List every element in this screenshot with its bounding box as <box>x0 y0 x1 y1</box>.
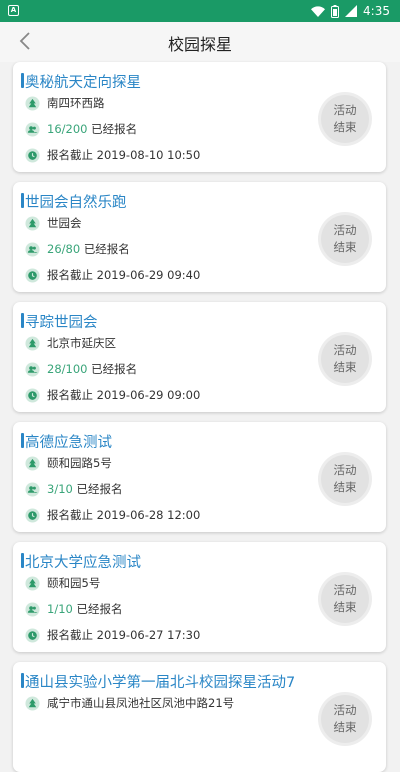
signup-count: 28/100 <box>47 362 88 376</box>
signup-count: 3/10 <box>47 482 73 496</box>
clock-icon <box>25 148 40 163</box>
header: 校园探星 <box>0 22 400 62</box>
location-text: 世园会 <box>47 216 82 230</box>
location-text: 北京市延庆区 <box>47 336 116 350</box>
signup-row: 3/10 已经报名 <box>25 481 122 497</box>
activity-ended-badge: 活动 结束 <box>321 335 369 383</box>
location-row: 世园会 <box>25 215 82 231</box>
location-icon <box>25 456 40 471</box>
location-icon <box>25 576 40 591</box>
signup-count: 16/200 <box>47 122 88 136</box>
signup-row: 26/80 已经报名 <box>25 241 130 257</box>
badge-line1: 活动 <box>333 463 357 477</box>
location-row: 北京市延庆区 <box>25 335 116 351</box>
signup-row: 28/100 已经报名 <box>25 361 137 377</box>
clock-icon <box>25 628 40 643</box>
badge-line2: 结束 <box>333 240 357 254</box>
location-icon <box>25 336 40 351</box>
people-icon <box>25 602 40 617</box>
location-text: 颐和园5号 <box>47 576 101 590</box>
activity-card[interactable]: 高德应急测试 颐和园路5号 3/10 已经报名 报名截止 2019-06-28 … <box>13 422 386 532</box>
location-icon <box>25 696 40 711</box>
badge-line2: 结束 <box>333 480 357 494</box>
location-row: 颐和园路5号 <box>25 455 112 471</box>
clock-icon <box>25 388 40 403</box>
activity-ended-badge: 活动 结束 <box>321 695 369 743</box>
signup-count: 26/80 <box>47 242 81 256</box>
badge-line1: 活动 <box>333 223 357 237</box>
people-icon <box>25 122 40 137</box>
signup-count: 1/10 <box>47 602 73 616</box>
signup-row: 1/10 已经报名 <box>25 601 122 617</box>
activity-card[interactable]: 奥秘航天定向探星 南四环西路 16/200 已经报名 报名截止 2019-08-… <box>13 62 386 172</box>
activity-title: 寻踪世园会 <box>21 311 98 332</box>
signup-suffix: 已经报名 <box>83 242 130 256</box>
people-icon <box>25 362 40 377</box>
deadline-text: 报名截止 2019-06-29 09:40 <box>47 268 201 282</box>
location-row: 咸宁市通山县凤池社区凤池中路21号 <box>25 695 234 711</box>
deadline-row: 报名截止 2019-08-10 10:50 <box>25 147 200 163</box>
clock-icon <box>25 268 40 283</box>
signal-icon <box>345 5 358 17</box>
status-time: 4:35 <box>363 4 390 18</box>
badge-line1: 活动 <box>333 583 357 597</box>
activity-ended-badge: 活动 结束 <box>321 455 369 503</box>
signup-suffix: 已经报名 <box>76 602 123 616</box>
page-title: 校园探星 <box>167 35 232 54</box>
activity-title: 北京大学应急测试 <box>21 551 141 572</box>
location-text: 南四环西路 <box>47 96 105 110</box>
deadline-row: 报名截止 2019-06-29 09:40 <box>25 267 200 283</box>
activity-card[interactable]: 世园会自然乐跑 世园会 26/80 已经报名 报名截止 2019-06-29 0… <box>13 182 386 292</box>
badge-line1: 活动 <box>333 343 357 357</box>
badge-line2: 结束 <box>333 600 357 614</box>
location-icon <box>25 96 40 111</box>
location-text: 颐和园路5号 <box>47 456 112 470</box>
deadline-text: 报名截止 2019-08-10 10:50 <box>47 148 201 162</box>
activity-ended-badge: 活动 结束 <box>321 215 369 263</box>
location-row: 南四环西路 <box>25 95 105 111</box>
activity-card[interactable]: 通山县实验小学第一届北斗校园探星活动7 咸宁市通山县凤池社区凤池中路21号 活动… <box>13 662 386 772</box>
clock-icon <box>25 508 40 523</box>
deadline-text: 报名截止 2019-06-28 12:00 <box>47 508 201 522</box>
battery-icon <box>331 4 340 18</box>
activity-title: 奥秘航天定向探星 <box>21 71 141 92</box>
activity-title: 通山县实验小学第一届北斗校园探星活动7 <box>20 671 295 692</box>
status-bar: A 4:35 <box>0 0 400 22</box>
app-notification-icon: A <box>8 5 19 16</box>
location-text: 咸宁市通山县凤池社区凤池中路21号 <box>47 696 235 710</box>
activity-card[interactable]: 寻踪世园会 北京市延庆区 28/100 已经报名 报名截止 2019-06-29… <box>13 302 386 412</box>
activity-card[interactable]: 北京大学应急测试 颐和园5号 1/10 已经报名 报名截止 2019-06-27… <box>13 542 386 652</box>
deadline-row: 报名截止 2019-06-29 09:00 <box>25 387 200 403</box>
signup-suffix: 已经报名 <box>91 122 138 136</box>
status-icons: 4:35 <box>311 0 390 22</box>
deadline-text: 报名截止 2019-06-27 17:30 <box>47 628 201 642</box>
signup-suffix: 已经报名 <box>76 482 123 496</box>
wifi-icon <box>311 5 326 17</box>
activity-ended-badge: 活动 结束 <box>321 95 369 143</box>
signup-suffix: 已经报名 <box>91 362 138 376</box>
badge-line2: 结束 <box>333 720 357 734</box>
deadline-row: 报名截止 2019-06-27 17:30 <box>25 627 200 643</box>
location-row: 颐和园5号 <box>25 575 100 591</box>
badge-line2: 结束 <box>333 360 357 374</box>
signup-row: 16/200 已经报名 <box>25 121 137 137</box>
badge-line2: 结束 <box>333 120 357 134</box>
activity-ended-badge: 活动 结束 <box>321 575 369 623</box>
location-icon <box>25 216 40 231</box>
activity-title: 世园会自然乐跑 <box>21 191 127 212</box>
activity-title: 高德应急测试 <box>21 431 112 452</box>
deadline-row: 报名截止 2019-06-28 12:00 <box>25 507 200 523</box>
people-icon <box>25 482 40 497</box>
deadline-text: 报名截止 2019-06-29 09:00 <box>47 388 201 402</box>
badge-line1: 活动 <box>333 103 357 117</box>
people-icon <box>25 242 40 257</box>
